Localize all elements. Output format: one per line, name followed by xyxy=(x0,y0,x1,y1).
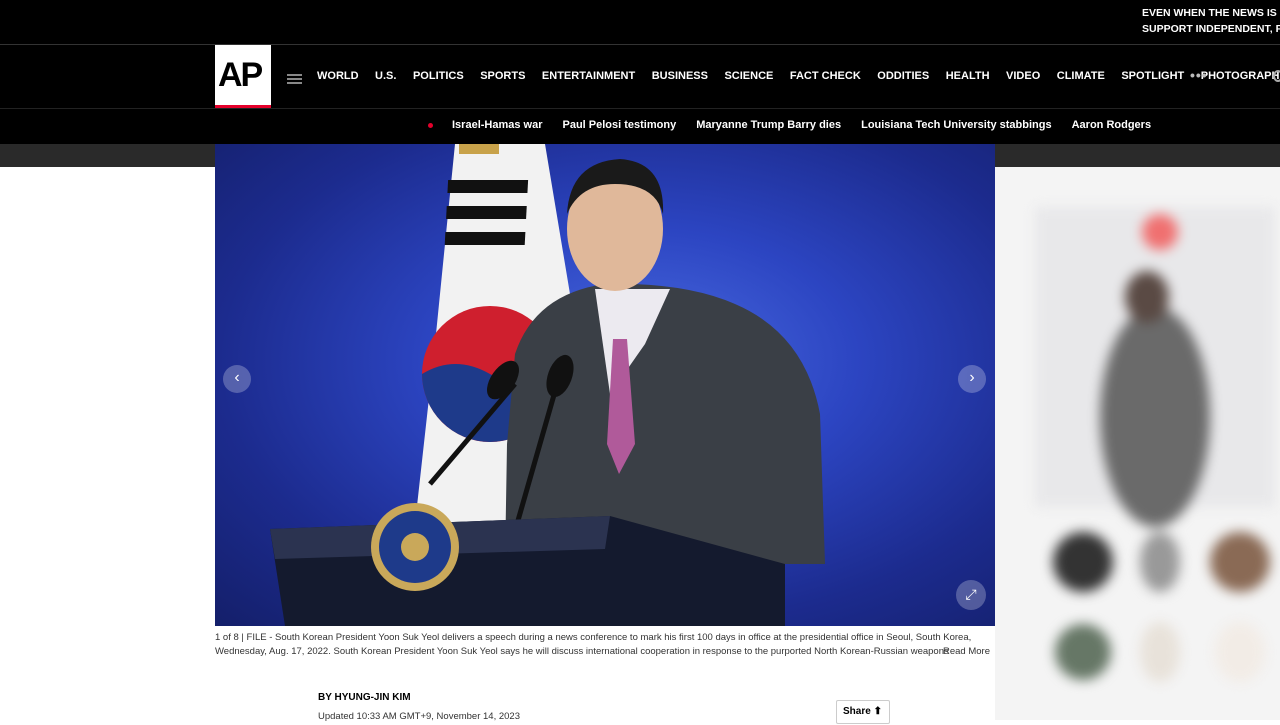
gallery-photo[interactable]: ‹ › ⤢ xyxy=(215,144,995,626)
updated-timestamp: Updated 10:33 AM GMT+9, November 14, 202… xyxy=(318,711,520,722)
read-more-link[interactable]: Read More xyxy=(943,645,990,659)
nav-item-science[interactable]: SCIENCE xyxy=(724,70,773,82)
promo-line-2: SUPPORT INDEPENDENT, FAC xyxy=(1142,23,1280,35)
trending-item[interactable]: Maryanne Trump Barry dies xyxy=(696,119,841,131)
nav-item-world[interactable]: WORLD xyxy=(317,70,359,82)
share-label: Share xyxy=(843,706,871,717)
nav-item-video[interactable]: VIDEO xyxy=(1006,70,1040,82)
trending-item[interactable]: Louisiana Tech University stabbings xyxy=(861,119,1052,131)
next-arrow-icon[interactable]: › xyxy=(958,365,986,393)
nav-item-sports[interactable]: SPORTS xyxy=(480,70,525,82)
byline: BY HYUNG-JIN KIM xyxy=(318,692,411,703)
nav-item-photography[interactable]: PHOTOGRAPHY xyxy=(1201,70,1280,82)
ad-illustration xyxy=(1035,207,1275,682)
menu-icon[interactable] xyxy=(287,74,302,85)
nav-links: WORLD U.S. POLITICS SPORTS ENTERTAINMENT… xyxy=(317,70,1280,82)
trending-links: Israel-Hamas war Paul Pelosi testimony M… xyxy=(452,119,1171,131)
nav-item-climate[interactable]: CLIMATE xyxy=(1057,70,1105,82)
nav-item-entertainment[interactable]: ENTERTAINMENT xyxy=(542,70,635,82)
expand-icon[interactable]: ⤢ xyxy=(956,580,986,610)
photo-illustration xyxy=(270,144,825,626)
nav-item-politics[interactable]: POLITICS xyxy=(413,70,464,82)
trending-item[interactable]: Israel-Hamas war xyxy=(452,119,543,131)
trending-item[interactable]: Aaron Rodgers xyxy=(1072,119,1151,131)
promo-line-1: EVEN WHEN THE NEWS IS FRE xyxy=(1142,7,1280,19)
trending-dot-icon xyxy=(428,123,433,128)
main-nav: AP WORLD U.S. POLITICS SPORTS ENTERTAINM… xyxy=(0,44,1280,110)
share-icon: ⬆ xyxy=(873,706,882,717)
side-advertisement[interactable] xyxy=(995,167,1280,720)
nav-item-oddities[interactable]: ODDITIES xyxy=(877,70,929,82)
logo-text: AP xyxy=(218,56,263,94)
nav-item-spotlight[interactable]: SPOTLIGHT xyxy=(1121,70,1184,82)
nav-item-us[interactable]: U.S. xyxy=(375,70,396,82)
share-button[interactable]: Share ⬆ xyxy=(836,700,890,724)
top-promo-bar: EVEN WHEN THE NEWS IS FRE SUPPORT INDEPE… xyxy=(0,0,1280,44)
photo-caption: 1 of 8 | FILE - South Korean President Y… xyxy=(215,631,995,659)
nav-item-business[interactable]: BUSINESS xyxy=(652,70,708,82)
search-icon[interactable] xyxy=(1273,70,1280,82)
trending-bar: Israel-Hamas war Paul Pelosi testimony M… xyxy=(0,108,1280,144)
prev-arrow-icon[interactable]: ‹ xyxy=(223,365,251,393)
caption-text: 1 of 8 | FILE - South Korean President Y… xyxy=(215,632,972,657)
promo-text[interactable]: EVEN WHEN THE NEWS IS FRE SUPPORT INDEPE… xyxy=(1142,5,1280,37)
trending-item[interactable]: Paul Pelosi testimony xyxy=(563,119,677,131)
nav-item-fact-check[interactable]: FACT CHECK xyxy=(790,70,861,82)
nav-item-health[interactable]: HEALTH xyxy=(946,70,990,82)
ap-logo[interactable]: AP xyxy=(215,45,271,110)
more-menu-icon[interactable]: ••• xyxy=(1190,67,1208,83)
